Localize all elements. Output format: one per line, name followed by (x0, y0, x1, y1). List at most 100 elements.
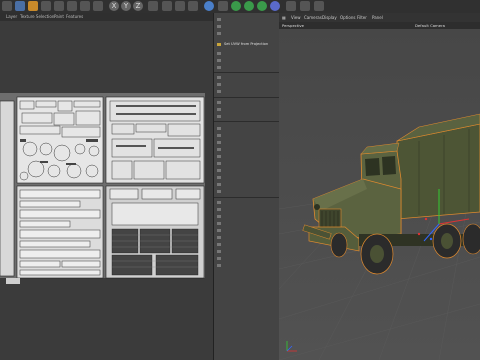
command-item[interactable] (214, 206, 279, 212)
command-item[interactable] (214, 30, 279, 36)
command-icon (217, 175, 221, 179)
command-icon (217, 24, 221, 28)
axis-y-lock[interactable]: Y (121, 1, 131, 11)
command-icon (217, 235, 221, 239)
command-icon (217, 126, 221, 130)
render-settings-icon[interactable] (188, 1, 198, 11)
generator-icon[interactable] (231, 1, 241, 11)
axis-z-lock[interactable]: Z (133, 1, 143, 11)
command-icon (217, 17, 221, 21)
recent-tools-icon[interactable] (67, 1, 77, 11)
viewport-icon: ▦ (282, 15, 286, 20)
command-icon (217, 221, 221, 225)
command-item[interactable] (214, 262, 279, 268)
command-icon (217, 82, 221, 86)
command-icon (217, 140, 221, 144)
command-item[interactable] (214, 99, 279, 105)
command-item[interactable] (214, 234, 279, 240)
command-item[interactable] (214, 213, 279, 219)
command-item[interactable] (214, 199, 279, 205)
command-item[interactable] (214, 74, 279, 80)
command-icon (217, 58, 221, 62)
tool-icon[interactable] (93, 1, 103, 11)
command-item[interactable] (214, 174, 279, 180)
command-icon (217, 242, 221, 246)
uv-editor-canvas[interactable] (0, 21, 213, 360)
command-item[interactable] (214, 16, 279, 22)
menu-filter[interactable]: Filter (357, 13, 367, 22)
command-icon (217, 51, 221, 55)
scale-tool-icon[interactable] (41, 1, 51, 11)
truck-model[interactable] (302, 113, 480, 275)
command-item[interactable] (214, 50, 279, 56)
command-item[interactable] (214, 181, 279, 187)
command-icon (217, 214, 221, 218)
axis-indicator (286, 341, 297, 352)
menu-options[interactable]: Options (340, 13, 355, 22)
menu-paint[interactable]: Paint (54, 13, 64, 21)
camera-icon[interactable] (300, 1, 310, 11)
command-icon (217, 89, 221, 93)
command-item[interactable] (214, 139, 279, 145)
command-item[interactable] (214, 125, 279, 131)
render-view-icon[interactable] (162, 1, 172, 11)
rotate-tool-icon[interactable] (54, 1, 64, 11)
cloner-icon[interactable] (257, 1, 267, 11)
uv-commands-panel: Set UVW from Projection (213, 13, 280, 360)
command-item[interactable] (214, 227, 279, 233)
cube-icon[interactable] (204, 1, 214, 11)
command-item[interactable] (214, 160, 279, 166)
menu-panel[interactable]: Panel (372, 13, 383, 22)
deformer-icon[interactable] (270, 1, 280, 11)
command-icon (217, 249, 221, 253)
command-item[interactable] (214, 167, 279, 173)
menu-display[interactable]: Display (322, 13, 337, 22)
command-item[interactable] (214, 146, 279, 152)
command-item[interactable] (214, 81, 279, 87)
command-item[interactable] (214, 23, 279, 29)
axis-x-lock[interactable]: X (109, 1, 119, 11)
viewport-scene (279, 113, 480, 360)
uv-layout (0, 93, 205, 284)
command-icon (217, 207, 221, 211)
command-icon (217, 107, 221, 111)
tool-icon[interactable] (80, 1, 90, 11)
command-item[interactable] (214, 132, 279, 138)
light-icon[interactable] (314, 1, 324, 11)
divider (214, 197, 279, 198)
command-item[interactable] (214, 113, 279, 119)
menu-layer[interactable]: Layer (6, 13, 17, 21)
command-item[interactable] (214, 188, 279, 194)
command-icon (217, 133, 221, 137)
command-item[interactable] (214, 153, 279, 159)
menu-features[interactable]: Features (66, 13, 83, 21)
command-icon (217, 75, 221, 79)
menu-cameras[interactable]: Cameras (304, 13, 322, 22)
command-item[interactable] (214, 248, 279, 254)
command-item[interactable] (214, 255, 279, 261)
coordinate-system-icon[interactable] (148, 1, 158, 11)
pen-icon[interactable] (218, 1, 228, 11)
command-item-set-uvw-from-projection[interactable]: Set UVW from Projection (214, 41, 279, 47)
move-tool-icon[interactable] (28, 1, 38, 11)
select-tool-icon[interactable] (15, 1, 25, 11)
command-icon (217, 114, 221, 118)
floor-icon[interactable] (286, 1, 296, 11)
command-item[interactable] (214, 57, 279, 63)
command-item[interactable] (214, 64, 279, 70)
command-icon (217, 161, 221, 165)
menu-texture-selection[interactable]: Texture Selection (20, 13, 54, 21)
undo-icon[interactable] (2, 1, 12, 11)
command-item[interactable] (214, 88, 279, 94)
camera-name-label[interactable]: Default Camera (415, 22, 445, 29)
command-item[interactable] (214, 241, 279, 247)
command-item[interactable] (214, 220, 279, 226)
render-picture-viewer-icon[interactable] (175, 1, 185, 11)
subdivision-icon[interactable] (244, 1, 254, 11)
perspective-viewport[interactable] (279, 29, 480, 360)
menu-view[interactable]: View (291, 13, 301, 22)
viewport-header: Perspective Default Camera (279, 22, 480, 29)
command-icon (217, 154, 221, 158)
command-icon (217, 31, 221, 35)
command-item[interactable] (214, 106, 279, 112)
